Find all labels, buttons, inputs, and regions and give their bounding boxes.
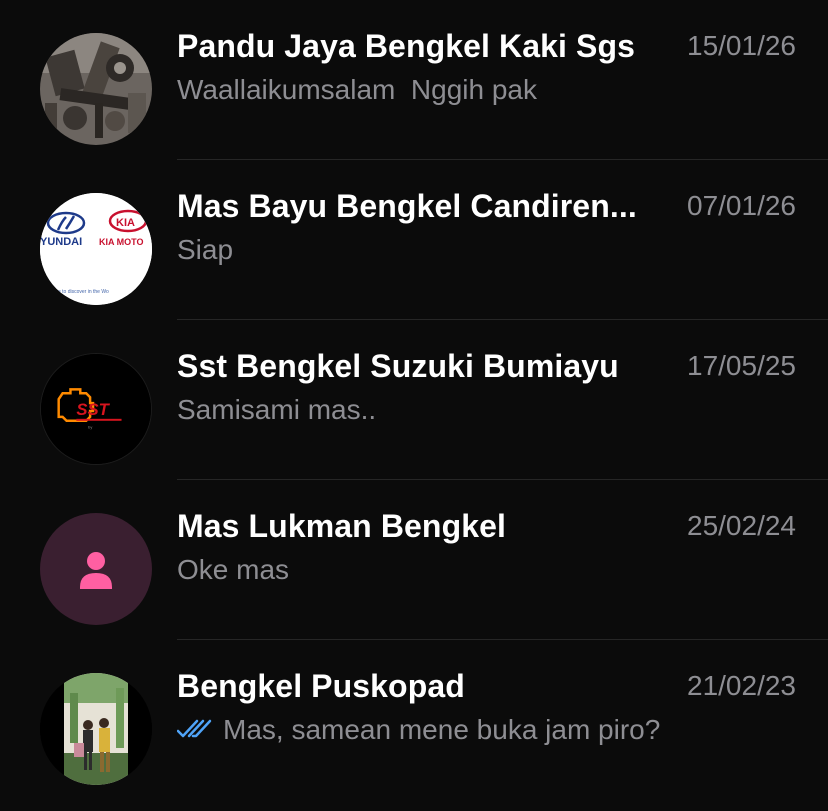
svg-text:by: by	[88, 425, 92, 430]
chat-row[interactable]: SST by Sst Bengkel Suzuki Bumiayu 17/05/…	[0, 320, 828, 480]
chat-preview-text: Oke mas	[177, 554, 290, 585]
avatar[interactable]	[40, 513, 152, 625]
chat-preview-text: Siap	[177, 234, 234, 265]
avatar[interactable]	[40, 673, 152, 785]
hyundai-kia-logo: YUNDAI KIA KIA MOTO e to discover in the…	[40, 193, 152, 305]
chat-preview: Oke mas	[177, 550, 777, 590]
chat-preview: Waallaikumsalam Nggih pak	[177, 70, 777, 110]
chat-row[interactable]: Mas Lukman Bengkel 25/02/24 Oke mas	[0, 480, 828, 640]
chat-name: Bengkel Puskopad	[177, 668, 465, 704]
double-check-icon	[177, 719, 212, 738]
chat-preview-text: Waallaikumsalam Nggih pak	[177, 74, 537, 105]
chat-preview: Mas, samean mene buka jam piro?	[177, 710, 777, 750]
avatar[interactable]: SST by	[40, 353, 152, 465]
chat-list: Pandu Jaya Bengkel Kaki Sgs 15/01/26 Waa…	[0, 0, 828, 811]
chat-date: 15/01/26	[687, 30, 796, 61]
chat-row[interactable]: Bengkel Puskopad 21/02/23 Mas, samean me…	[0, 640, 828, 800]
sst-logo: SST by	[41, 354, 151, 464]
people-photo	[40, 673, 152, 785]
person-icon	[80, 552, 112, 589]
chat-preview-text: Mas, samean mene buka jam piro?	[223, 714, 661, 745]
chat-name: Pandu Jaya Bengkel Kaki Sgs	[177, 28, 635, 64]
chat-date: 21/02/23	[687, 670, 796, 701]
chat-date: 17/05/25	[687, 350, 796, 381]
car-parts-photo	[40, 33, 152, 145]
svg-text:KIA: KIA	[116, 217, 135, 229]
chat-preview-text: Samisami mas..	[177, 394, 377, 425]
kia-text: KIA MOTO	[99, 237, 144, 247]
chat-date: 07/01/26	[687, 190, 796, 221]
chat-row[interactable]: YUNDAI KIA KIA MOTO e to discover in the…	[0, 160, 828, 320]
chat-date: 25/02/24	[687, 510, 796, 541]
chat-row[interactable]: Pandu Jaya Bengkel Kaki Sgs 15/01/26 Waa…	[0, 0, 828, 160]
chat-name: Sst Bengkel Suzuki Bumiayu	[177, 348, 619, 384]
chat-preview: Samisami mas..	[177, 390, 777, 430]
avatar[interactable]	[40, 33, 152, 145]
hyundai-text: YUNDAI	[40, 236, 82, 248]
chat-name: Mas Lukman Bengkel	[177, 508, 507, 544]
avatar[interactable]: YUNDAI KIA KIA MOTO e to discover in the…	[40, 193, 152, 305]
avatar-caption: e to discover in the Wo	[58, 289, 109, 295]
chat-name: Mas Bayu Bengkel Candiren...	[177, 188, 637, 224]
sst-logo-text: SST	[76, 400, 110, 419]
chat-preview: Siap	[177, 230, 777, 270]
